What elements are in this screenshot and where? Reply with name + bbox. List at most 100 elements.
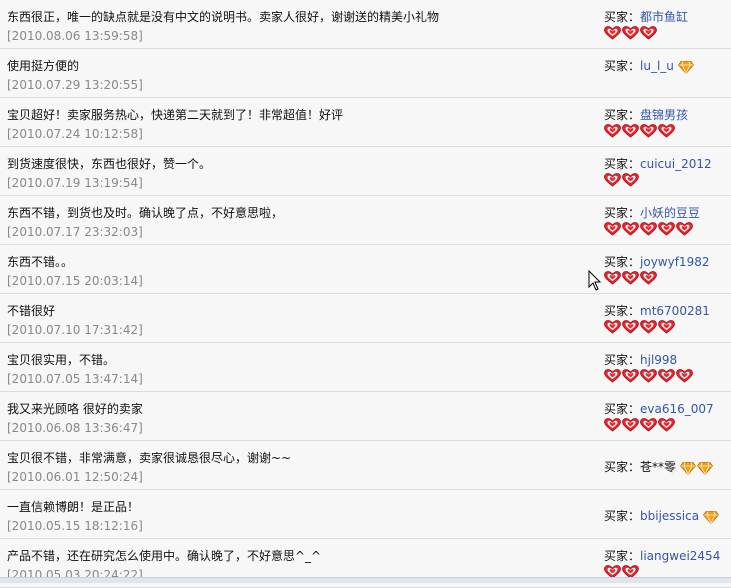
mouse-pointer-icon [588, 270, 602, 291]
red-heart-icon [604, 26, 621, 40]
review-date: [2010.06.08 13:36:47] [7, 421, 143, 435]
red-heart-icon [622, 369, 639, 383]
review-row: 我又来光顾咯 很好的卖家 [2010.06.08 13:36:47] 买家：eva6… [0, 392, 731, 441]
review-row: 不错很好 [2010.07.10 17:31:42] 买家：mt6700281 [0, 294, 731, 343]
buyer-label: 买家： [604, 108, 641, 122]
red-heart-icon [640, 26, 657, 40]
review-row: 宝贝很不错，非常满意，卖家很诚恳很尽心，谢谢~~ [2010.06.01 12:5… [0, 441, 731, 490]
review-date: [2010.06.01 12:50:24] [7, 470, 143, 484]
buyer-name-link[interactable]: lu_l_u [640, 59, 674, 73]
buyer-info: 买家：小妖的豆豆 [604, 204, 700, 221]
buyer-label: 买家： [604, 353, 641, 367]
buyer-label: 买家： [604, 206, 641, 220]
review-date: [2010.07.10 17:31:42] [7, 323, 143, 337]
review-row: 一直信赖博朗！是正品！ [2010.05.15 18:12:16] 买家：bbije… [0, 490, 731, 539]
buyer-name-link[interactable]: 小妖的豆豆 [640, 206, 700, 220]
review-row: 东西不错。。 [2010.07.15 20:03:14] 买家：joywyf1982 [0, 245, 731, 294]
review-row: 宝贝很实用，不错。 [2010.07.05 13:47:14] 买家：hjl998 [0, 343, 731, 392]
review-comment: 不错很好 [7, 304, 56, 318]
red-heart-icon [658, 222, 675, 236]
review-comment: 东西不错，到货也及时。确认晚了点，不好意思啦， [7, 206, 284, 220]
buyer-name-link[interactable]: 都市鱼缸 [640, 10, 688, 24]
review-date: [2010.07.24 10:12:58] [7, 127, 143, 141]
review-comment: 东西很正，唯一的缺点就是没有中文的说明书。卖家人很好，谢谢送的精美小礼物 [7, 10, 440, 24]
buyer-credit-level[interactable] [604, 320, 676, 334]
buyer-credit-level[interactable] [680, 461, 714, 475]
buyer-name-link[interactable]: bbijessica [640, 509, 699, 523]
review-row: 使用挺方便的 [2010.07.29 13:20:55] 买家：lu_l_u [0, 49, 731, 98]
red-heart-icon [640, 369, 657, 383]
review-comment: 我又来光顾咯 很好的卖家 [7, 402, 143, 416]
review-date: [2010.07.19 13:19:54] [7, 176, 143, 190]
buyer-info: 买家：盘锦男孩 [604, 106, 688, 123]
buyer-name-link[interactable]: mt6700281 [640, 304, 710, 318]
review-comment: 到货速度很快，东西也很好，赞一个。 [7, 157, 212, 171]
buyer-credit-level[interactable] [604, 418, 676, 432]
buyer-credit-level[interactable] [604, 26, 658, 40]
buyer-credit-level[interactable] [604, 173, 640, 187]
review-date: [2010.05.15 18:12:16] [7, 519, 143, 533]
orange-diamond-icon [680, 461, 697, 475]
buyer-credit-level[interactable] [604, 369, 694, 383]
review-comment: 宝贝超好！卖家服务热心，快递第二天就到了！非常超值！好评 [7, 108, 344, 122]
buyer-credit-level[interactable] [703, 510, 720, 524]
red-heart-icon [622, 418, 639, 432]
review-row: 东西不错，到货也及时。确认晚了点，不好意思啦， [2010.07.17 23:32… [0, 196, 731, 245]
buyer-info: 买家：苍**零 [604, 458, 714, 475]
buyer-name-link[interactable]: 盘锦男孩 [640, 108, 688, 122]
review-date: [2010.07.17 23:32:03] [7, 225, 143, 239]
red-heart-icon [658, 418, 675, 432]
buyer-info: 买家：eva616_007 [604, 400, 714, 417]
red-heart-icon [658, 369, 675, 383]
orange-diamond-icon [677, 60, 694, 74]
red-heart-icon [604, 271, 621, 285]
buyer-name-link[interactable]: joywyf1982 [640, 255, 709, 269]
buyer-label: 买家： [604, 304, 641, 318]
buyer-credit-level[interactable] [677, 60, 695, 74]
red-heart-icon [622, 320, 639, 334]
buyer-credit-level[interactable] [604, 222, 694, 236]
red-heart-icon [604, 222, 621, 236]
review-date: [2010.07.29 13:20:55] [7, 78, 143, 92]
red-heart-icon [640, 418, 657, 432]
red-heart-icon [640, 320, 657, 334]
buyer-name-link[interactable]: liangwei2454 [640, 549, 720, 563]
review-comment: 东西不错。。 [7, 255, 74, 269]
buyer-label: 买家： [604, 59, 641, 73]
buyer-info: 买家：lu_l_u [604, 57, 695, 74]
buyer-name-link[interactable]: cuicui_2012 [640, 157, 712, 171]
review-row: 宝贝超好！卖家服务热心，快递第二天就到了！非常超值！好评 [2010.07.24 … [0, 98, 731, 147]
red-heart-icon [604, 320, 621, 334]
review-row: 到货速度很快，东西也很好，赞一个。 [2010.07.19 13:19:54] 买家… [0, 147, 731, 196]
review-comment: 使用挺方便的 [7, 59, 80, 73]
review-comment: 宝贝很不错，非常满意，卖家很诚恳很尽心，谢谢~~ [7, 451, 292, 465]
red-heart-icon [676, 222, 693, 236]
red-heart-icon [622, 271, 639, 285]
review-comment: 宝贝很实用，不错。 [7, 353, 116, 367]
buyer-label: 买家： [604, 509, 641, 523]
orange-diamond-icon [703, 510, 720, 524]
red-heart-icon [658, 124, 675, 138]
buyer-credit-level[interactable] [604, 271, 658, 285]
buyer-name-link[interactable]: hjl998 [640, 353, 677, 367]
buyer-info: 买家：都市鱼缸 [604, 8, 688, 25]
review-comment: 一直信赖博朗！是正品！ [7, 500, 140, 514]
buyer-name-link[interactable]: eva616_007 [640, 402, 714, 416]
buyer-label: 买家： [604, 460, 641, 474]
red-heart-icon [640, 271, 657, 285]
review-list: 东西很正，唯一的缺点就是没有中文的说明书。卖家人很好，谢谢送的精美小礼物 [201… [0, 0, 731, 588]
buyer-label: 买家： [604, 402, 641, 416]
buyer-info: 买家：mt6700281 [604, 302, 710, 319]
review-comment: 产品不错，还在研究怎么使用中。确认晚了，不好意思^_^ [7, 549, 322, 563]
red-heart-icon [622, 173, 639, 187]
review-row: 东西很正，唯一的缺点就是没有中文的说明书。卖家人很好，谢谢送的精美小礼物 [201… [0, 0, 731, 49]
red-heart-icon [640, 124, 657, 138]
red-heart-icon [604, 369, 621, 383]
review-date: [2010.07.15 20:03:14] [7, 274, 143, 288]
review-date: [2010.07.05 13:47:14] [7, 372, 143, 386]
orange-diamond-icon [697, 461, 714, 475]
buyer-label: 买家： [604, 10, 641, 24]
horizontal-scrollbar[interactable] [0, 577, 731, 583]
buyer-credit-level[interactable] [604, 124, 676, 138]
buyer-name-link: 苍**零 [640, 460, 677, 474]
